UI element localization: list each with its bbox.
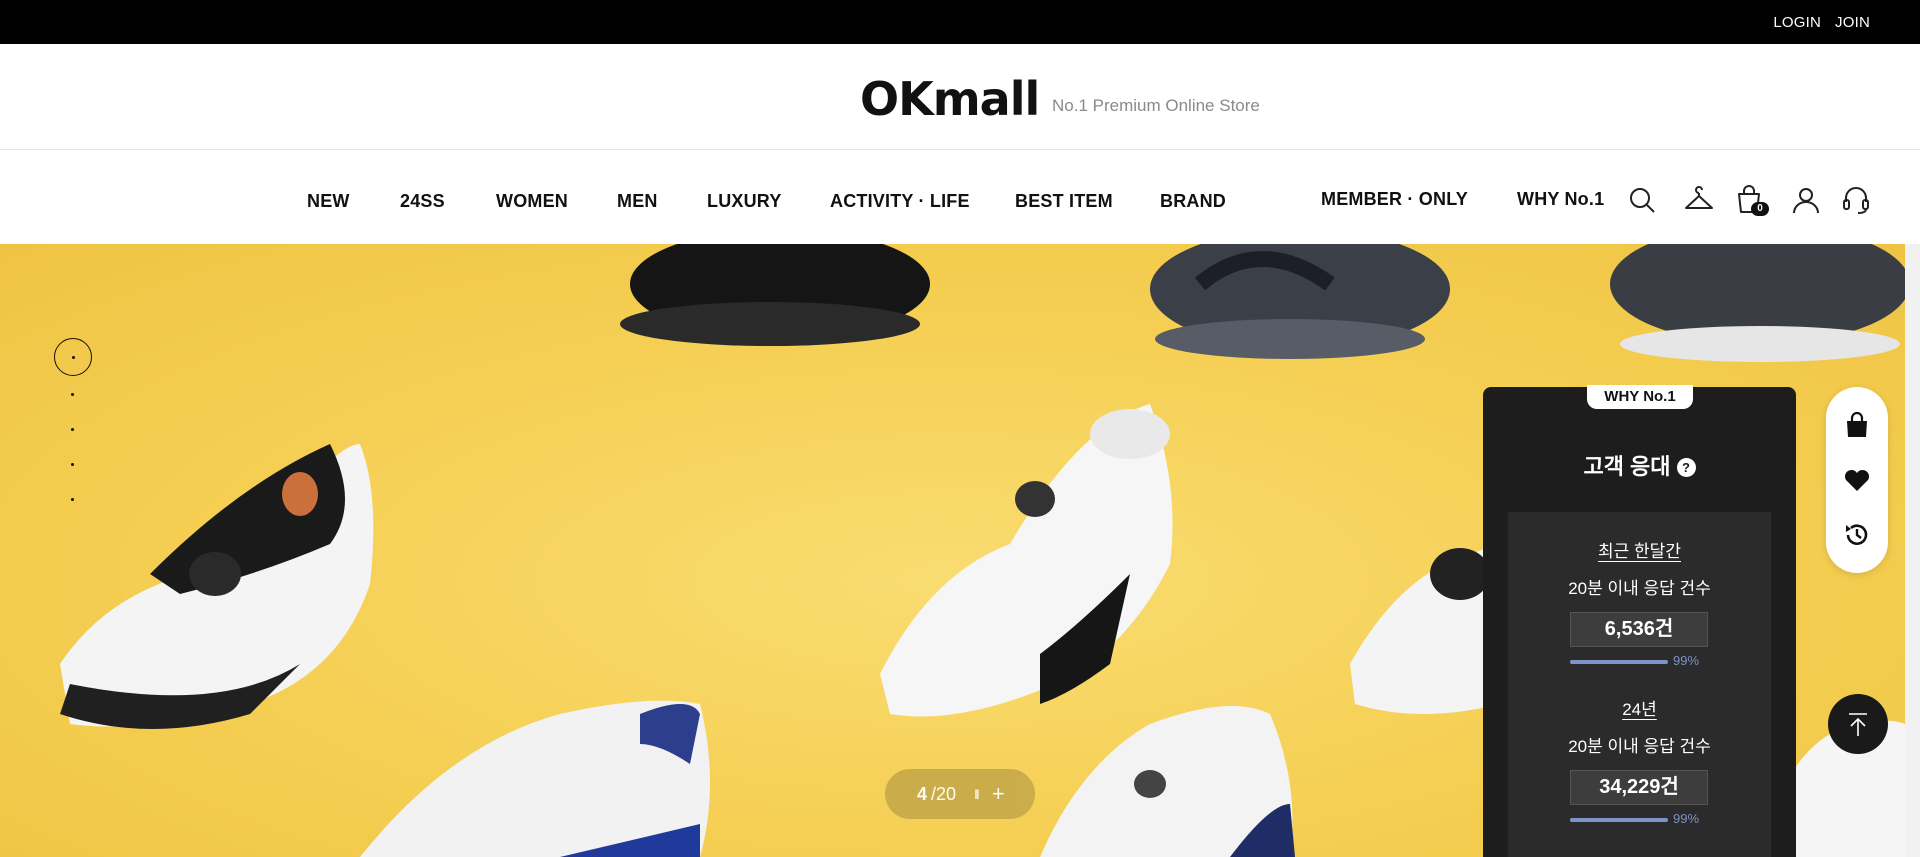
help-icon[interactable]: ? (1676, 458, 1696, 477)
cart-icon[interactable]: 0 (1733, 184, 1769, 216)
stat-percent: 99% (1673, 811, 1700, 826)
stat-value: 34,229건 (1570, 770, 1708, 805)
why-badge: WHY No.1 (1587, 385, 1693, 409)
shopping-bag-icon[interactable] (1843, 411, 1871, 439)
nav-item-women[interactable]: WOMEN (496, 191, 568, 212)
slide-dot[interactable] (71, 463, 74, 466)
shoe-dark-top-right (1610, 244, 1905, 362)
slide-dot[interactable] (71, 428, 74, 431)
slide-current: 4 (917, 783, 928, 804)
headset-icon[interactable] (1840, 184, 1872, 216)
slide-dot[interactable] (71, 393, 74, 396)
heart-icon[interactable] (1843, 466, 1871, 494)
join-link[interactable]: JOIN (1835, 14, 1870, 31)
nav-item-brand[interactable]: BRAND (1160, 191, 1226, 212)
quick-menu (1826, 387, 1888, 573)
stat-progress-bar (1570, 660, 1668, 664)
site-tagline: No.1 Premium Online Store (1052, 96, 1260, 115)
shoe-white-bottom-left (360, 700, 710, 857)
nav-item-activity-life[interactable]: ACTIVITY · LIFE (830, 191, 970, 212)
stat-value: 6,536건 (1570, 612, 1708, 647)
nav-item-luxury[interactable]: LUXURY (707, 191, 782, 212)
site-logo[interactable]: OKmall (860, 72, 1040, 126)
user-icon[interactable] (1790, 184, 1822, 216)
search-icon[interactable] (1626, 184, 1658, 216)
why-no1-panel: WHY No.1 고객 응대? 최근 한달간 20분 이내 응답 건수 6,53… (1483, 385, 1796, 857)
slide-pager: 4 /20 II + (885, 769, 1035, 819)
nav-item-24ss[interactable]: 24SS (400, 191, 445, 212)
arrow-up-icon (1849, 713, 1867, 736)
scroll-to-top-button[interactable] (1828, 694, 1888, 754)
why-panel-title-text: 고객 응대 (1583, 454, 1671, 479)
stat-label: 20분 이내 응답 건수 (1568, 579, 1711, 598)
stat-period: 24년 (1622, 700, 1657, 719)
page-scrollbar[interactable] (1905, 244, 1920, 857)
history-icon[interactable] (1843, 521, 1871, 549)
top-bar: LOGIN JOIN (0, 0, 1920, 44)
account-links: LOGIN JOIN (1773, 0, 1870, 44)
shoe-black-top (620, 244, 930, 346)
shoe-white-left (60, 444, 374, 729)
more-slides-button[interactable]: + (992, 783, 1005, 805)
shoe-sandal-top (1150, 244, 1450, 359)
stat-label: 20분 이내 응답 건수 (1568, 737, 1711, 756)
hanger-icon[interactable] (1683, 184, 1715, 216)
nav-item-why-no1[interactable]: WHY No.1 (1517, 189, 1604, 210)
nav-item-best-item[interactable]: BEST ITEM (1015, 191, 1113, 212)
nav-item-new[interactable]: NEW (307, 191, 350, 212)
slide-dot-active[interactable] (54, 338, 92, 376)
slide-total: /20 (931, 783, 957, 804)
stat-progress-bar (1570, 818, 1668, 822)
stat-period: 최근 한달간 (1598, 542, 1681, 561)
stats-box: 최근 한달간 20분 이내 응답 건수 6,536건 99% 24년 20분 이… (1508, 512, 1771, 857)
nav-item-member-only[interactable]: MEMBER · ONLY (1321, 189, 1468, 210)
main-nav: NEW 24SS WOMEN MEN LUXURY ACTIVITY · LIF… (0, 151, 1920, 244)
shoe-white-bottom-center (1040, 706, 1295, 857)
shoe-white-center (880, 404, 1173, 717)
shoe-white-right (1350, 544, 1500, 714)
pause-button[interactable]: II (974, 786, 980, 802)
cart-count-badge: 0 (1751, 202, 1769, 216)
stat-percent: 99% (1673, 653, 1700, 668)
why-panel-title: 고객 응대? (1483, 449, 1796, 481)
header-logo-area: OKmall No.1 Premium Online Store (0, 44, 1920, 150)
login-link[interactable]: LOGIN (1773, 14, 1821, 31)
nav-item-men[interactable]: MEN (617, 191, 658, 212)
slide-dot[interactable] (71, 498, 74, 501)
